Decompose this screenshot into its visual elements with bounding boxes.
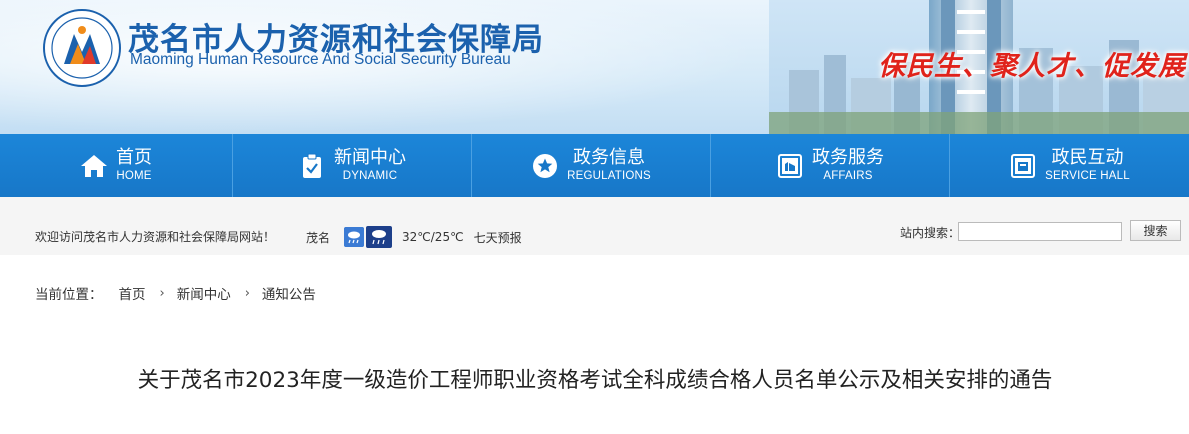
breadcrumb-home[interactable]: 首页 <box>119 283 146 303</box>
forecast-link[interactable]: 七天预报 <box>474 229 522 246</box>
nav-item-regulations-text: 政务信息 REGULATIONS <box>567 146 651 184</box>
nav-label-en: DYNAMIC <box>342 169 398 182</box>
chevron-right-icon: › <box>244 285 250 301</box>
nav-item-service-hall[interactable]: 政民互动 SERVICE HALL <box>950 134 1189 197</box>
header-banner: 茂名市人力资源和社会保障局 Maoming Human Resource And… <box>0 0 1189 134</box>
search-input[interactable] <box>958 222 1122 241</box>
home-icon <box>80 152 108 180</box>
nav-label-cn: 政务信息 <box>573 146 645 168</box>
nav-label-cn: 政民互动 <box>1051 146 1124 168</box>
nav-label-cn: 政务服务 <box>812 146 884 168</box>
nav-item-news[interactable]: 新闻中心 DYNAMIC <box>233 134 472 197</box>
nav-label-en: AFFAIRS <box>823 169 873 182</box>
nav-label-cn: 新闻中心 <box>334 146 406 168</box>
nav-item-affairs[interactable]: 政务服务 AFFAIRS <box>711 134 950 197</box>
nav-item-news-text: 新闻中心 DYNAMIC <box>334 146 406 184</box>
nav-label-cn: 首页 <box>116 146 152 168</box>
interaction-icon <box>1009 152 1037 180</box>
breadcrumb-prefix: 当前位置： <box>35 287 103 303</box>
welcome-text: 欢迎访问茂名市人力资源和社会保障局网站！ <box>35 230 276 244</box>
breadcrumb-notices[interactable]: 通知公告 <box>262 283 316 303</box>
breadcrumb: 当前位置： 首页 › 新闻中心 › 通知公告 <box>35 283 316 304</box>
nav-label-en: SERVICE HALL <box>1045 169 1130 182</box>
nav-label-en: REGULATIONS <box>567 169 651 182</box>
weather-city: 茂名 <box>306 230 331 245</box>
weather-widget[interactable]: 茂名 32℃/25℃ 七天预报 <box>306 226 522 248</box>
clipboard-icon <box>298 152 326 180</box>
nav-item-service-hall-text: 政民互动 SERVICE HALL <box>1045 146 1130 184</box>
banner-slogan: 保民生、聚人才、促发展 <box>878 51 1186 82</box>
star-icon <box>531 152 559 180</box>
rain-night-icon <box>366 226 393 248</box>
search-label: 站内搜索： <box>900 226 961 240</box>
weather-temperature: 32℃/25℃ <box>402 230 464 244</box>
rain-day-icon <box>344 227 365 247</box>
hand-service-icon <box>776 152 804 180</box>
bureau-emblem-icon[interactable] <box>42 8 122 88</box>
nav-item-affairs-text: 政务服务 AFFAIRS <box>812 146 884 184</box>
main-nav: 首页 HOME 新闻中心 DYNAMIC 政务信息 REGULATIONS 政务… <box>0 134 1189 197</box>
chevron-right-icon: › <box>159 285 165 301</box>
nav-item-regulations[interactable]: 政务信息 REGULATIONS <box>472 134 711 197</box>
site-subtitle: Maoming Human Resource And Social Securi… <box>130 51 511 68</box>
nav-item-home[interactable]: 首页 HOME <box>0 134 233 197</box>
nav-label-en: HOME <box>116 169 152 182</box>
nav-item-home-text: 首页 HOME <box>116 146 152 184</box>
search-button[interactable]: 搜索 <box>1130 220 1181 241</box>
breadcrumb-news[interactable]: 新闻中心 <box>177 283 231 303</box>
info-bar: 欢迎访问茂名市人力资源和社会保障局网站！ 茂名 32℃/25℃ 七天预报 站内搜… <box>0 197 1189 255</box>
article-title: 关于茂名市2023年度一级造价工程师职业资格考试全科成绩合格人员名单公示及相关安… <box>137 368 1053 393</box>
